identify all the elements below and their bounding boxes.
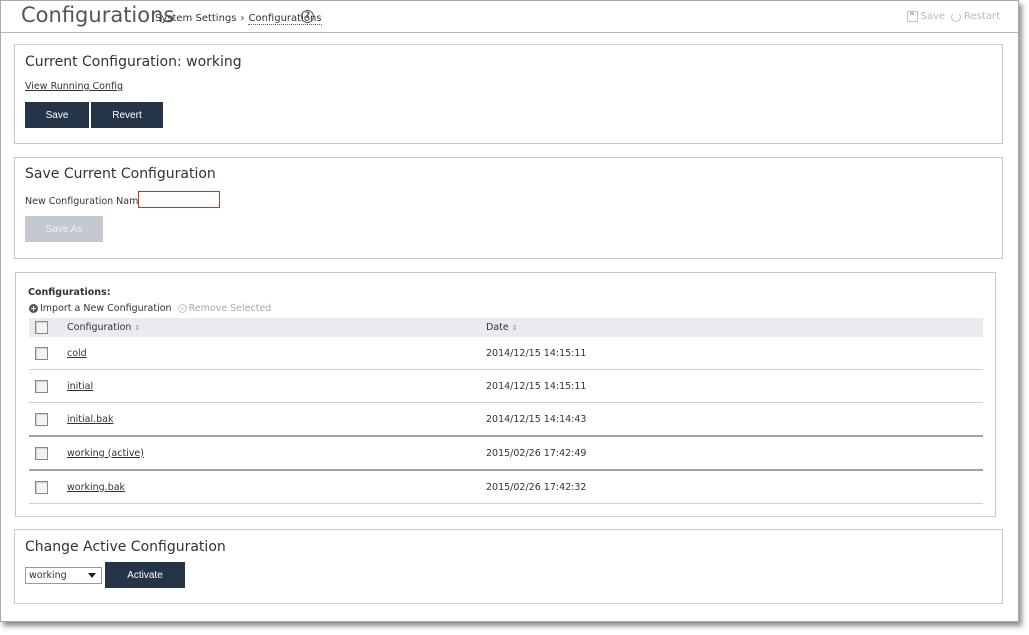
page-header: Configurations System Settings › Configura…: [1, 1, 1018, 33]
configuration-date-cell: 2015/02/26 17:42:32: [486, 470, 983, 504]
row-checkbox-cell: [29, 436, 67, 471]
current-configuration-heading: Current Configuration: working: [25, 54, 242, 70]
configurations-table: Configuration ⇕ Date ⇕ cold 2014/12/15 14:…: [29, 318, 983, 504]
column-header-configuration[interactable]: Configuration ⇕: [67, 318, 486, 337]
plus-circle-icon: +: [29, 304, 38, 313]
save-button[interactable]: Save: [25, 102, 89, 128]
configuration-name-cell: working.bak: [67, 470, 486, 504]
revert-button[interactable]: Revert: [91, 102, 163, 128]
configurations-label: Configurations:: [28, 287, 111, 298]
chevron-down-icon: [88, 573, 96, 578]
sort-icon: ⇕: [511, 324, 518, 332]
table-row: initial 2014/12/15 14:15:11: [29, 369, 983, 403]
save-current-configuration-panel: Save Current Configuration New Configura…: [14, 157, 1003, 259]
configuration-name-cell: initial.bak: [67, 402, 486, 437]
configuration-date-cell: 2014/12/15 14:14:43: [486, 402, 983, 437]
column-configuration-label: Configuration: [67, 322, 132, 333]
change-active-configuration-heading: Change Active Configuration: [25, 539, 226, 555]
configuration-date-cell: 2014/12/15 14:15:11: [486, 369, 983, 403]
active-configuration-select[interactable]: working: [25, 567, 102, 584]
breadcrumb-system-settings[interactable]: System Settings: [155, 13, 236, 24]
configurations-panel: Configurations: + Import a New Configura…: [15, 272, 996, 517]
new-configuration-name-label: New Configuration Name:: [25, 196, 148, 207]
new-configuration-name-input[interactable]: [138, 191, 220, 208]
configuration-link[interactable]: working.bak: [67, 482, 125, 493]
header-restart-button[interactable]: Restart: [951, 11, 1000, 22]
import-configuration-button[interactable]: + Import a New Configuration: [29, 303, 172, 314]
disk-icon: [906, 11, 918, 22]
row-checkbox-cell: [29, 402, 67, 437]
table-row: cold 2014/12/15 14:15:11: [29, 337, 983, 370]
table-row: working.bak 2015/02/26 17:42:32: [29, 470, 983, 504]
remove-selected-button[interactable]: × Remove Selected: [177, 303, 272, 314]
table-header-row: Configuration ⇕ Date ⇕: [29, 318, 983, 337]
configurations-toolbar: + Import a New Configuration × Remove Se…: [29, 303, 271, 314]
configuration-date-cell: 2015/02/26 17:42:49: [486, 436, 983, 471]
column-date-label: Date: [486, 322, 509, 333]
row-checkbox[interactable]: [35, 480, 48, 494]
save-as-button[interactable]: Save As: [25, 216, 103, 242]
page-title: Configurations: [21, 3, 175, 27]
row-checkbox[interactable]: [35, 446, 48, 460]
table-row: initial.bak 2014/12/15 14:14:43: [29, 402, 983, 437]
row-checkbox[interactable]: [35, 379, 48, 393]
restart-icon: [951, 11, 962, 22]
remove-circle-icon: ×: [177, 304, 187, 313]
help-icon[interactable]: ?: [301, 10, 314, 23]
row-checkbox-cell: [29, 470, 67, 504]
configuration-name-cell: cold: [67, 337, 486, 370]
header-save-button[interactable]: Save: [906, 11, 946, 22]
header-actions: Save Restart: [906, 11, 1000, 22]
view-running-config-link[interactable]: View Running Config: [25, 81, 123, 92]
table-row-active: working (active) 2015/02/26 17:42:49: [29, 436, 983, 471]
current-configuration-panel: Current Configuration: working View Runn…: [14, 44, 1003, 144]
active-configuration-selected-value: working: [29, 570, 67, 581]
header-restart-label: Restart: [964, 11, 1000, 22]
configuration-link[interactable]: cold: [67, 348, 87, 359]
change-active-configuration-panel: Change Active Configuration working Acti…: [14, 529, 1003, 604]
row-checkbox-cell: [29, 337, 67, 370]
configuration-date-cell: 2014/12/15 14:15:11: [486, 337, 983, 370]
sort-icon: ⇕: [134, 324, 141, 332]
save-current-configuration-heading: Save Current Configuration: [25, 166, 216, 182]
remove-selected-label: Remove Selected: [188, 303, 272, 314]
row-checkbox[interactable]: [35, 346, 48, 360]
breadcrumb-separator: ›: [240, 13, 245, 24]
configuration-link[interactable]: working (active): [67, 448, 144, 459]
header-save-label: Save: [920, 11, 946, 22]
configuration-link[interactable]: initial.bak: [67, 414, 114, 425]
configuration-name-cell: working (active): [67, 436, 486, 471]
column-header-date[interactable]: Date ⇕: [486, 318, 983, 337]
select-all-cell: [29, 318, 67, 337]
import-configuration-label: Import a New Configuration: [40, 303, 172, 314]
activate-button[interactable]: Activate: [105, 562, 185, 588]
breadcrumb: System Settings › Configurations: [155, 13, 322, 25]
configuration-name-cell: initial: [67, 369, 486, 403]
select-all-checkbox[interactable]: [35, 321, 48, 334]
configurations-window: Configurations System Settings › Configura…: [0, 0, 1019, 622]
row-checkbox-cell: [29, 369, 67, 403]
row-checkbox[interactable]: [35, 412, 48, 426]
configuration-link[interactable]: initial: [67, 381, 93, 392]
